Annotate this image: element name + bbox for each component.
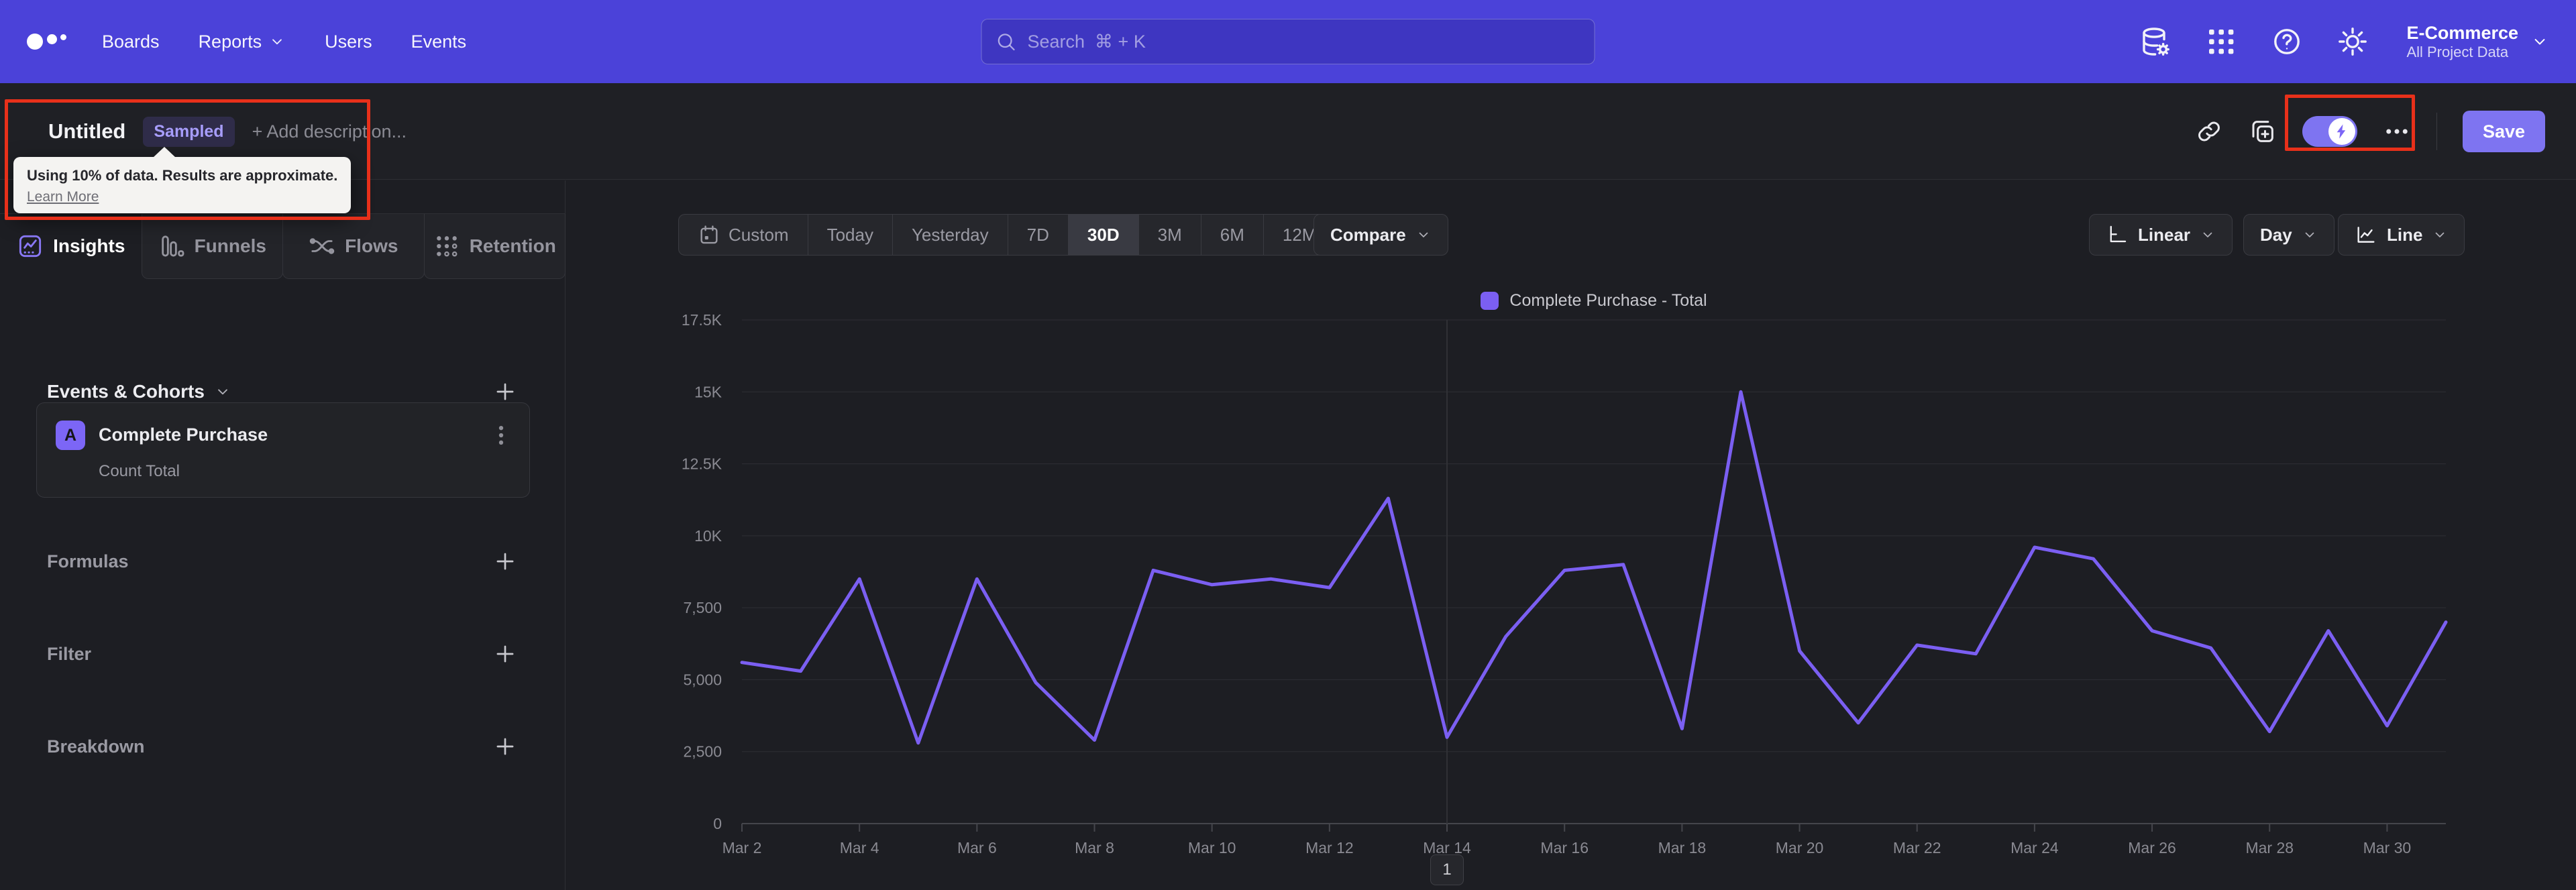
x-tick-label: Mar 24 <box>2010 839 2059 856</box>
section-label: Filter <box>47 643 92 664</box>
tab-retention[interactable]: Retention <box>423 214 566 279</box>
report-header-bar: Untitled Sampled + Add description... Sa… <box>0 83 2576 180</box>
search-bar[interactable] <box>981 19 1595 64</box>
sampling-tooltip: Using 10% of data. Results are approxima… <box>13 147 352 213</box>
x-tick-label: Mar 22 <box>1893 839 1941 856</box>
nav-item-events[interactable]: Events <box>411 32 467 52</box>
insights-icon <box>17 233 44 260</box>
funnels-icon <box>158 233 185 260</box>
tab-funnels[interactable]: Funnels <box>141 214 283 279</box>
mixpanel-logo[interactable] <box>27 0 80 83</box>
tab-label: Funnels <box>194 235 266 256</box>
tooltip-message: Using 10% of data. Results are approxima… <box>27 167 338 184</box>
nav-right: E-Commerce All Project Data <box>2139 0 2549 83</box>
y-tick-label: 5,000 <box>683 671 722 688</box>
header-divider <box>2436 113 2437 150</box>
x-tick-label: Mar 12 <box>1305 839 1354 856</box>
x-tick-label: Mar 2 <box>722 839 762 856</box>
y-tick-label: 7,500 <box>683 599 722 616</box>
pagination-page-1[interactable]: 1 <box>1430 854 1464 885</box>
sampling-toggle-knob <box>2328 118 2355 145</box>
section-row-filter: Filter <box>47 641 518 667</box>
event-card[interactable]: A Complete Purchase Count Total <box>36 402 530 498</box>
add-formulas-button[interactable] <box>492 549 518 574</box>
search-icon <box>996 31 1017 52</box>
tab-insights[interactable]: Insights <box>0 214 142 279</box>
share-link-icon[interactable] <box>2195 117 2223 146</box>
section-row-formulas: Formulas <box>47 549 518 574</box>
sampling-toggle[interactable] <box>2302 116 2357 147</box>
add-event-button[interactable] <box>492 379 518 404</box>
section-row-breakdown: Breakdown <box>47 734 518 759</box>
settings-gear-icon[interactable] <box>2337 25 2369 58</box>
project-scope: All Project Data <box>2406 44 2509 60</box>
section-label: Formulas <box>47 551 129 571</box>
event-letter-badge: A <box>56 421 85 450</box>
chart-area: Custom Today Yesterday 7D 30D 3M 6M 12M Compare… <box>566 180 2576 890</box>
nav-items: Boards Reports Users Events <box>102 0 466 83</box>
apps-grid-icon[interactable] <box>2205 25 2237 58</box>
chevron-down-icon[interactable] <box>214 383 231 400</box>
x-tick-label: Mar 30 <box>2363 839 2412 856</box>
nav-item-label: Events <box>411 31 467 52</box>
save-button[interactable]: Save <box>2462 111 2545 152</box>
project-name: E-Commerce <box>2406 22 2518 43</box>
chevron-down-icon <box>2530 32 2549 51</box>
top-navbar: Boards Reports Users Events E-Commerce All … <box>0 0 2576 83</box>
y-tick-label: 12.5K <box>682 455 722 473</box>
copy-to-board-icon[interactable] <box>2249 117 2277 146</box>
project-switcher[interactable]: E-Commerce All Project Data <box>2406 22 2549 62</box>
query-builder-sidebar: Insights Funnels Flows Retention Events & C… <box>0 180 566 890</box>
lightning-bolt-icon <box>2333 123 2351 140</box>
tooltip-caret <box>153 147 176 158</box>
tab-flows[interactable]: Flows <box>282 214 425 279</box>
y-tick-label: 0 <box>713 815 722 832</box>
add-filter-button[interactable] <box>492 641 518 667</box>
events-header: Events & Cohorts <box>47 381 205 402</box>
report-title[interactable]: Untitled <box>48 119 125 144</box>
flows-icon <box>309 233 335 260</box>
x-tick-label: Mar 10 <box>1188 839 1236 856</box>
event-menu-icon[interactable] <box>488 422 515 449</box>
help-icon[interactable] <box>2271 25 2303 58</box>
events-header-row: Events & Cohorts <box>47 379 518 404</box>
event-metric[interactable]: Count Total <box>99 462 180 481</box>
tab-label: Flows <box>345 235 398 256</box>
nav-item-label: Reports <box>198 31 262 52</box>
x-tick-label: Mar 28 <box>2245 839 2294 856</box>
report-header-right: Save <box>2195 83 2545 180</box>
y-tick-label: 15K <box>694 383 722 400</box>
x-tick-label: Mar 18 <box>1658 839 1707 856</box>
more-options-icon[interactable] <box>2383 117 2411 146</box>
tab-label: Retention <box>469 235 556 256</box>
event-name: Complete Purchase <box>99 425 268 445</box>
chart-canvas[interactable]: 17.5K 15K 12.5K 10K 7,500 5,000 2,500 0Mar 2 Mar… <box>566 180 2576 890</box>
x-tick-label: Mar 16 <box>1540 839 1589 856</box>
report-tabs: Insights Funnels Flows Retention <box>0 213 566 279</box>
retention-icon <box>433 233 460 260</box>
tab-label: Insights <box>53 235 125 256</box>
data-management-icon[interactable] <box>2139 25 2171 58</box>
nav-item-label: Users <box>325 31 372 52</box>
chevron-down-icon <box>268 33 286 50</box>
x-tick-label: Mar 6 <box>957 839 997 856</box>
y-tick-label: 17.5K <box>682 311 722 329</box>
x-tick-label: Mar 8 <box>1075 839 1114 856</box>
learn-more-link[interactable]: Learn More <box>27 188 99 205</box>
search-input[interactable] <box>1027 31 1581 52</box>
nav-item-label: Boards <box>102 31 160 52</box>
x-tick-label: Mar 20 <box>1776 839 1824 856</box>
nav-item-reports[interactable]: Reports <box>199 32 286 52</box>
x-tick-label: Mar 4 <box>840 839 879 856</box>
y-tick-label: 2,500 <box>683 743 722 761</box>
add-description[interactable]: + Add description... <box>252 121 407 142</box>
y-tick-label: 10K <box>694 527 722 545</box>
series-line <box>740 390 2448 745</box>
add-breakdown-button[interactable] <box>492 734 518 759</box>
sampled-badge[interactable]: Sampled <box>143 116 235 147</box>
nav-item-users[interactable]: Users <box>325 32 372 52</box>
section-label: Breakdown <box>47 736 145 757</box>
nav-item-boards[interactable]: Boards <box>102 32 160 52</box>
x-tick-label: Mar 26 <box>2128 839 2176 856</box>
